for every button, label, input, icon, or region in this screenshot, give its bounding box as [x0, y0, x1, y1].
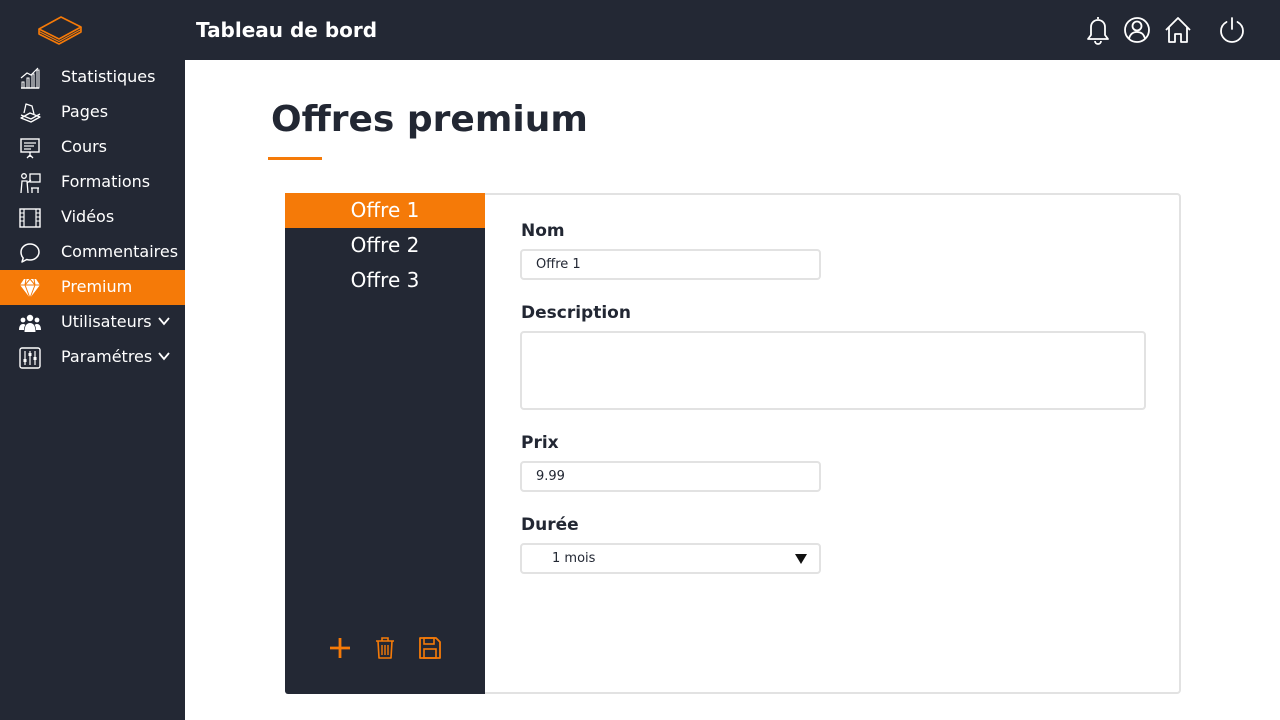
pages-icon: [20, 103, 41, 123]
comment-icon: [20, 243, 40, 263]
sidebar-item-label: Premium: [61, 277, 133, 296]
sidebar-item-premium[interactable]: Premium: [0, 270, 185, 305]
description-textarea[interactable]: [520, 331, 1146, 410]
price-input[interactable]: [520, 461, 821, 492]
training-icon: [20, 173, 41, 194]
sidebar-item-videos[interactable]: Vidéos: [0, 200, 185, 235]
sidebar-item-parametres[interactable]: Paramétres: [0, 340, 185, 375]
offer-list: Offre 1 Offre 2 Offre 3: [285, 193, 485, 694]
presentation-icon: [20, 138, 40, 159]
save-icon[interactable]: [417, 635, 443, 661]
name-label: Nom: [521, 221, 565, 241]
top-bar: Tableau de bord: [0, 0, 1280, 60]
chevron-down-icon: [158, 317, 170, 326]
users-icon: [19, 314, 41, 332]
sidebar-item-utilisateurs[interactable]: Utilisateurs: [0, 305, 185, 340]
sidebar-item-pages[interactable]: Pages: [0, 95, 185, 130]
book-logo-icon[interactable]: [36, 10, 84, 50]
offer-item-3[interactable]: Offre 3: [285, 263, 485, 298]
sidebar-item-label: Cours: [61, 137, 108, 156]
dropdown-arrow-icon: [795, 554, 807, 564]
bell-icon[interactable]: [1083, 14, 1113, 46]
sliders-icon: [19, 347, 41, 369]
sidebar-item-commentaires[interactable]: Commentaires: [0, 235, 185, 270]
chart-icon: [20, 67, 40, 89]
sidebar-item-formations[interactable]: Formations: [0, 165, 185, 200]
offer-item-2[interactable]: Offre 2: [285, 228, 485, 263]
sidebar-item-cours[interactable]: Cours: [0, 130, 185, 165]
offer-item-1[interactable]: Offre 1: [285, 193, 485, 228]
add-icon[interactable]: [327, 635, 353, 661]
app-title: Tableau de bord: [196, 18, 378, 42]
name-input[interactable]: [520, 249, 821, 280]
trash-icon[interactable]: [372, 635, 398, 661]
chevron-down-icon: [158, 352, 170, 361]
sidebar-item-label: Utilisateurs: [61, 312, 152, 331]
home-icon[interactable]: [1163, 14, 1193, 46]
sidebar-item-label: Pages: [61, 102, 109, 121]
description-label: Description: [521, 303, 631, 323]
sidebar-item-label: Vidéos: [61, 207, 115, 226]
user-icon[interactable]: [1122, 14, 1152, 46]
price-label: Prix: [521, 433, 559, 453]
sidebar: Statistiques Pages Cours Formations Vidé…: [0, 60, 185, 720]
page-title: Offres premium: [271, 99, 588, 140]
duration-select[interactable]: 1 mois: [520, 543, 821, 574]
sidebar-item-statistiques[interactable]: Statistiques: [0, 60, 185, 95]
title-underline: [268, 157, 322, 160]
sidebar-item-label: Paramétres: [61, 347, 153, 366]
duration-label: Durée: [521, 515, 579, 535]
sidebar-item-label: Statistiques: [61, 67, 156, 86]
duration-select-value: 1 mois: [552, 551, 596, 566]
power-icon[interactable]: [1217, 14, 1247, 46]
sidebar-item-label: Formations: [61, 172, 151, 191]
sidebar-item-label: Commentaires: [61, 242, 179, 261]
diamond-icon: [20, 278, 40, 299]
film-icon: [19, 208, 41, 228]
